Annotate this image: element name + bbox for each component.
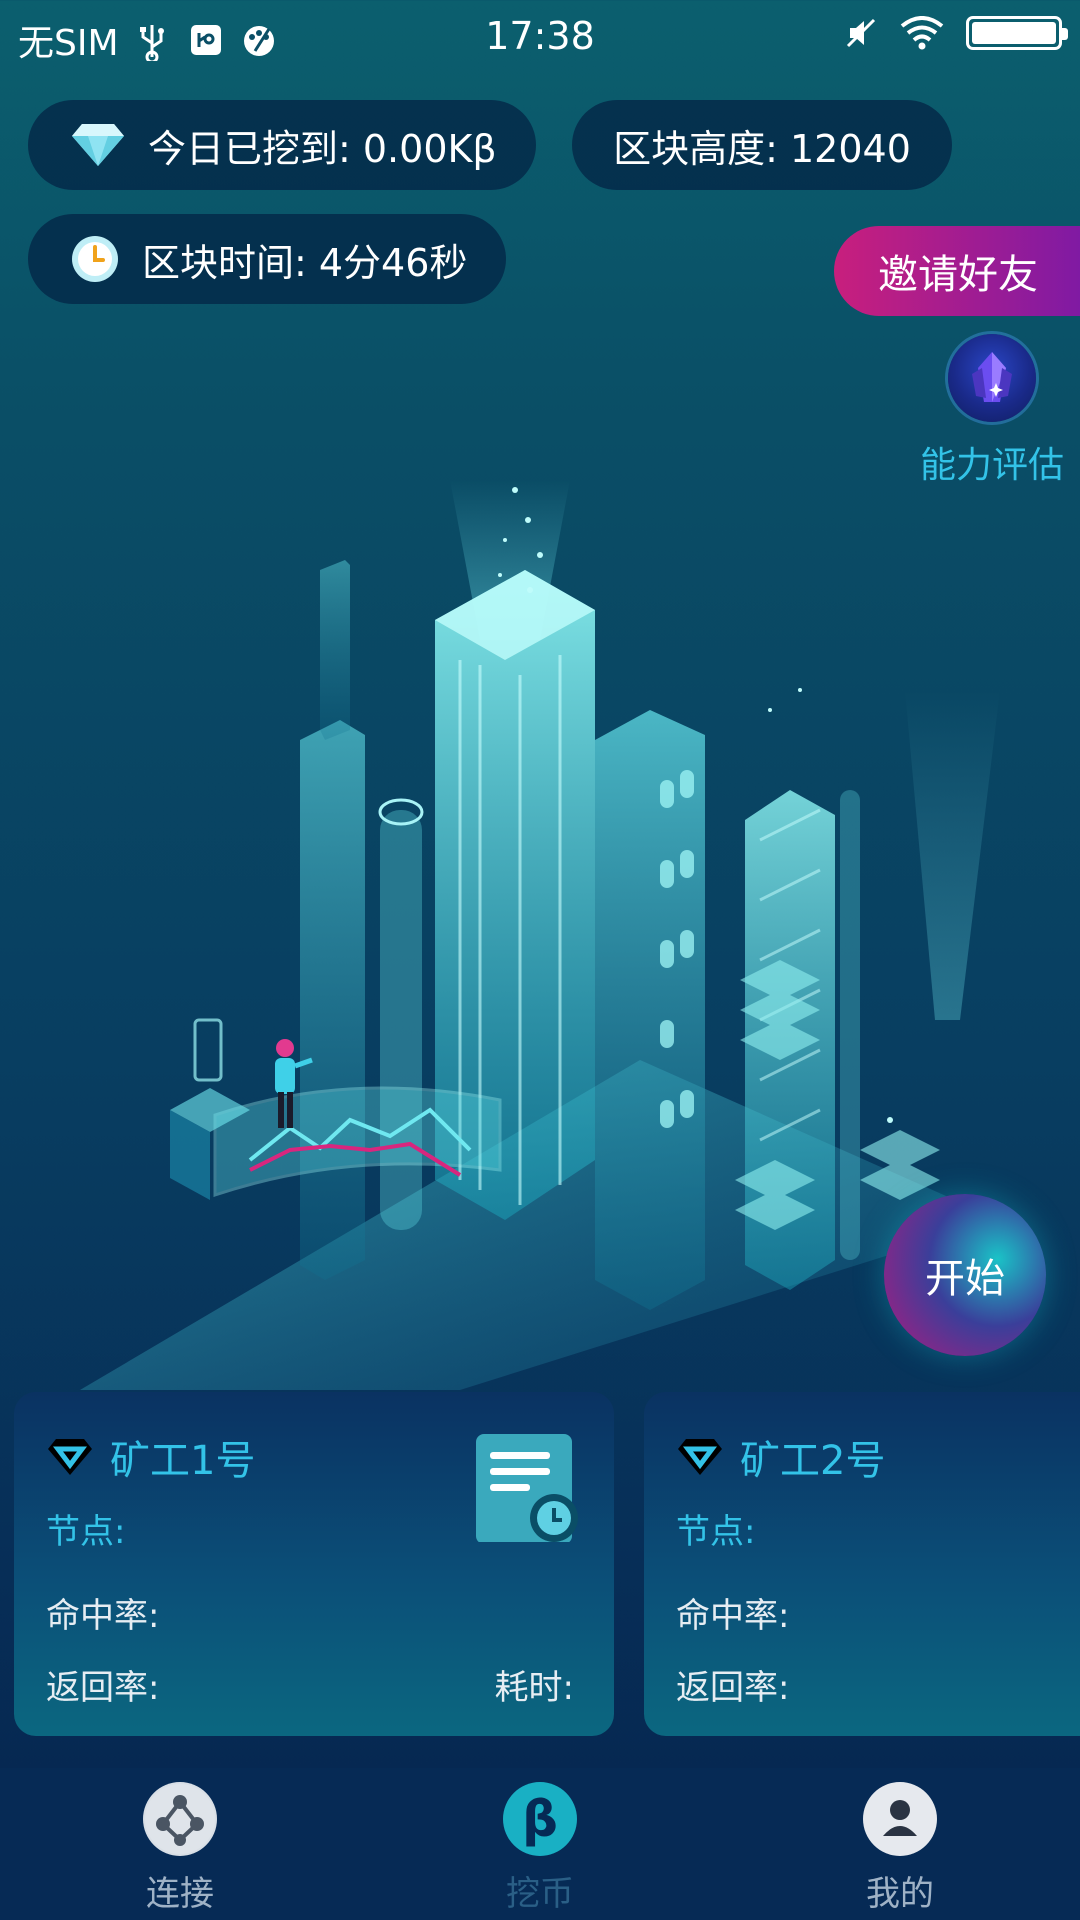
mined-today-text: 今日已挖到: 0.00Kβ — [148, 126, 497, 171]
mined-today-pill: 今日已挖到: 0.00Kβ — [28, 100, 536, 190]
miner-2-title: 矿工2号 — [676, 1428, 885, 1486]
miner-2-node-label: 节点: — [676, 1512, 756, 1552]
beta-coin-icon: β — [503, 1782, 577, 1856]
wifi-icon — [900, 16, 944, 50]
miner-1-node-label: 节点: — [46, 1512, 126, 1552]
user-icon — [863, 1782, 937, 1856]
miner-2-title-text: 矿工2号 — [740, 1438, 886, 1484]
block-time-text: 区块时间: 4分46秒 — [142, 240, 468, 285]
status-right — [844, 16, 1068, 50]
nav-me-label: 我的 — [866, 1874, 934, 1914]
miner-1-return-rate-label: 返回率: — [46, 1668, 160, 1708]
status-bar: 无SIM 17:38 — [0, 0, 1080, 78]
nav-mine-label: 挖币 — [506, 1874, 574, 1914]
miner-2-hit-rate-label: 命中率: — [676, 1596, 790, 1636]
invite-label: 邀请好友 — [878, 252, 1038, 298]
miner-1-hit-rate-label: 命中率: — [46, 1596, 160, 1636]
miner-log-icon[interactable] — [472, 1430, 584, 1546]
bottom-nav: 连接 β 挖币 我的 — [0, 1768, 1080, 1920]
miner-1-title-text: 矿工1号 — [110, 1438, 256, 1484]
diamond-outline-icon — [676, 1437, 724, 1477]
block-height-pill: 区块高度: 12040 — [572, 100, 952, 190]
block-time-pill: 区块时间: 4分46秒 — [28, 214, 506, 304]
nav-mine[interactable]: β 挖币 — [440, 1782, 640, 1915]
mute-icon — [844, 16, 878, 50]
miner-card-1[interactable]: 矿工1号 节点: 命中率: 返回率: 耗时: — [14, 1392, 614, 1736]
nav-me[interactable]: 我的 — [800, 1782, 1000, 1915]
diamond-icon — [70, 122, 126, 168]
invite-friends-button[interactable]: 邀请好友 — [834, 226, 1080, 316]
miner-1-elapsed-label: 耗时: — [494, 1668, 574, 1708]
crystal-icon — [948, 334, 1036, 422]
miner-1-title: 矿工1号 — [46, 1428, 255, 1486]
nav-connect[interactable]: 连接 — [80, 1782, 280, 1915]
network-ball-icon — [143, 1782, 217, 1856]
battery-icon — [966, 16, 1068, 50]
clock-icon — [70, 234, 120, 284]
diamond-outline-icon — [46, 1437, 94, 1477]
start-button[interactable]: 开始 — [884, 1194, 1046, 1356]
miner-2-return-rate-label: 返回率: — [676, 1668, 790, 1708]
start-label: 开始 — [925, 1256, 1005, 1302]
miner-card-2[interactable]: 矿工2号 节点: 命中率: 返回率: — [644, 1392, 1080, 1736]
nav-connect-label: 连接 — [146, 1874, 214, 1914]
block-height-text: 区块高度: 12040 — [613, 126, 911, 171]
